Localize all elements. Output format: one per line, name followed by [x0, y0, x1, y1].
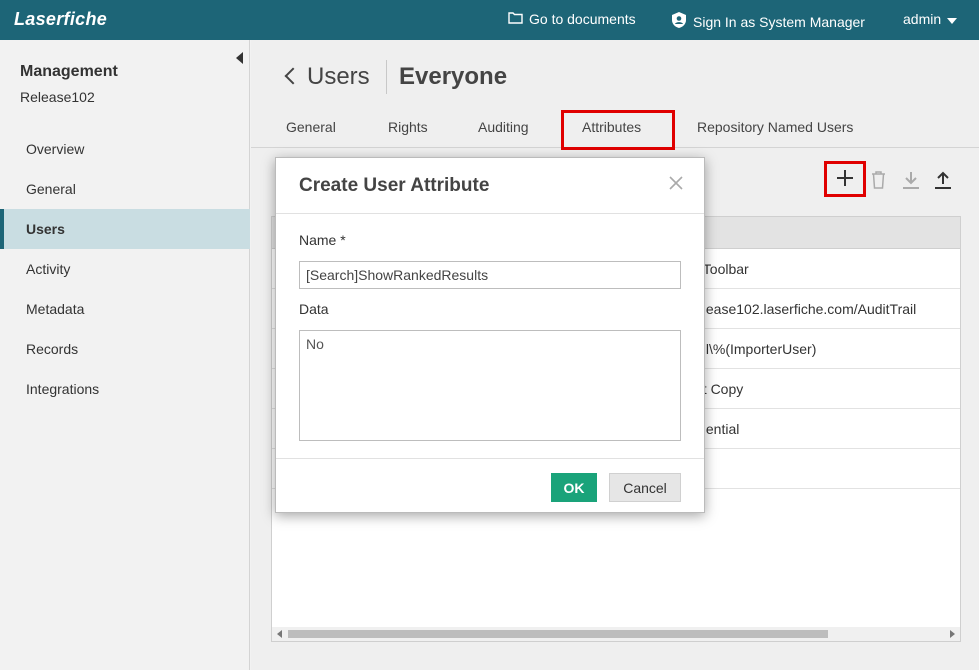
- close-icon[interactable]: [668, 172, 684, 196]
- scrollbar-thumb[interactable]: [288, 630, 828, 638]
- top-bar: Laserfiche Go to documents Sign In as Sy…: [0, 0, 979, 40]
- sidebar-item-metadata[interactable]: Metadata: [0, 289, 250, 329]
- sign-in-system-manager-link[interactable]: Sign In as System Manager: [671, 11, 865, 32]
- name-field[interactable]: [299, 261, 681, 289]
- create-user-attribute-dialog: Create User Attribute Name * Data No OK …: [275, 157, 705, 513]
- sidebar-item-general[interactable]: General: [0, 169, 250, 209]
- page-header: Users Everyone General Rights Auditing A…: [251, 40, 979, 150]
- ok-button[interactable]: OK: [551, 473, 597, 502]
- tab-repository-named-users[interactable]: Repository Named Users: [697, 119, 853, 135]
- sidebar-item-integrations[interactable]: Integrations: [0, 369, 250, 409]
- sidebar-nav: Overview General Users Activity Metadata…: [0, 129, 250, 409]
- page-title: Everyone: [399, 63, 508, 90]
- go-to-documents-label: Go to documents: [529, 11, 636, 27]
- tab-attributes[interactable]: Attributes: [582, 119, 641, 135]
- scroll-right-icon[interactable]: [950, 630, 955, 638]
- upload-icon[interactable]: [934, 171, 952, 196]
- sidebar-item-overview[interactable]: Overview: [0, 129, 250, 169]
- row-value: elease102.laserfiche.com/AuditTrail: [695, 301, 917, 317]
- download-icon[interactable]: [902, 171, 920, 196]
- trash-icon[interactable]: [871, 171, 886, 195]
- tab-bar: General Rights Auditing Attributes Repos…: [251, 110, 979, 150]
- sidebar-item-records[interactable]: Records: [0, 329, 250, 369]
- back-chevron-icon[interactable]: [284, 67, 302, 85]
- plus-icon[interactable]: [835, 168, 855, 194]
- row-value: ail\%(ImporterUser): [695, 341, 817, 357]
- laserfiche-logo[interactable]: Laserfiche: [14, 9, 107, 30]
- dialog-footer: OK Cancel: [276, 458, 704, 513]
- sidebar-item-users[interactable]: Users: [0, 209, 250, 249]
- tab-general[interactable]: General: [286, 119, 336, 135]
- user-menu[interactable]: admin: [903, 11, 958, 27]
- cancel-button[interactable]: Cancel: [609, 473, 681, 502]
- name-field-label: Name *: [299, 232, 346, 248]
- horizontal-scrollbar[interactable]: [272, 627, 960, 641]
- sidebar: Management Release102 Overview General U…: [0, 40, 250, 670]
- tab-rights[interactable]: Rights: [388, 119, 428, 135]
- sign-in-label: Sign In as System Manager: [693, 13, 865, 30]
- go-to-documents-link[interactable]: Go to documents: [508, 11, 636, 27]
- dialog-title: Create User Attribute: [299, 175, 490, 196]
- sidebar-item-activity[interactable]: Activity: [0, 249, 250, 289]
- sidebar-subtitle: Release102: [20, 89, 95, 105]
- sidebar-title: Management: [20, 63, 118, 80]
- user-name: admin: [903, 11, 942, 27]
- caret-down-icon: [947, 11, 958, 27]
- scroll-left-icon[interactable]: [277, 630, 282, 638]
- folder-icon: [508, 11, 523, 27]
- data-field-label: Data: [299, 301, 329, 317]
- dialog-header: Create User Attribute: [276, 158, 704, 214]
- breadcrumb-users[interactable]: Users: [307, 63, 370, 91]
- data-field[interactable]: No: [299, 330, 681, 441]
- shield-user-icon: [671, 11, 687, 32]
- tab-auditing[interactable]: Auditing: [478, 119, 529, 135]
- collapse-sidebar-icon[interactable]: [236, 52, 243, 64]
- breadcrumb-divider: [386, 60, 387, 94]
